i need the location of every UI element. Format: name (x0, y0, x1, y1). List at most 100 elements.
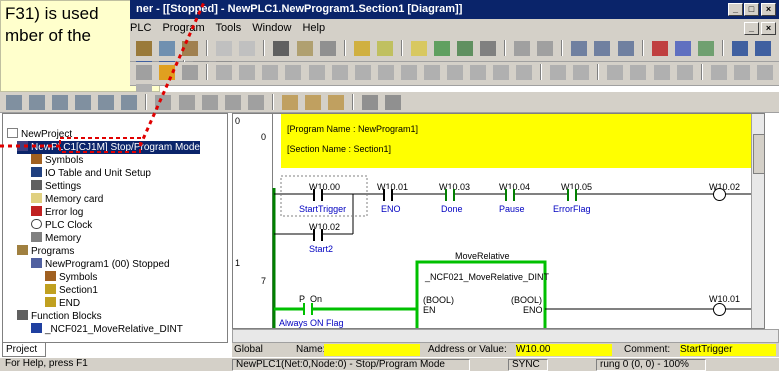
tree-item-newprogram1[interactable]: NewProgram1 (00) Stopped (31, 258, 170, 271)
fb-label: MoveRelative (455, 251, 510, 261)
clock-icon (31, 219, 42, 229)
ladder-horizontal-scrollbar[interactable] (232, 329, 779, 343)
compare-icon[interactable] (674, 40, 691, 56)
cross-reference-icon[interactable] (319, 40, 336, 56)
settings-icon (31, 180, 42, 190)
status-plc: NewPLC1(Net:0,Node:0) - Stop/Program Mod… (232, 359, 470, 371)
coil-2[interactable] (713, 303, 726, 316)
minimize-button[interactable]: _ (728, 3, 743, 16)
display-10-icon[interactable] (281, 94, 298, 110)
contact-4[interactable] (505, 189, 515, 201)
ladder-vertical-scrollbar[interactable] (751, 114, 764, 328)
contact-1[interactable] (313, 189, 323, 201)
trace-icon[interactable] (733, 64, 750, 80)
coil[interactable] (713, 188, 726, 201)
contact-5[interactable] (567, 189, 577, 201)
contact-4-name: Pause (499, 204, 525, 214)
replace-icon[interactable] (296, 40, 313, 56)
close-button[interactable]: × (761, 3, 776, 16)
or-no-icon[interactable] (285, 64, 302, 80)
menu-window[interactable]: Window (252, 22, 291, 34)
reset-icon[interactable] (630, 64, 647, 80)
redo-icon[interactable] (239, 40, 256, 56)
set-icon[interactable] (607, 64, 624, 80)
tree-item-settings[interactable]: Settings (31, 180, 81, 193)
upload-icon[interactable] (617, 40, 634, 56)
chart-icon[interactable] (710, 64, 727, 80)
instruction-icon[interactable] (423, 64, 440, 80)
contact-1-name: StartTrigger (299, 204, 347, 214)
contact-2[interactable] (383, 189, 393, 201)
help-icon[interactable] (353, 40, 370, 56)
tree-item-io-table[interactable]: IO Table and Unit Setup (31, 167, 151, 180)
branch-contact-name: Start2 (309, 244, 334, 254)
online-icon[interactable] (433, 40, 450, 56)
or-nc-icon[interactable] (308, 64, 325, 80)
view-13-icon[interactable] (385, 94, 402, 110)
data-trace-icon[interactable] (756, 64, 773, 80)
mode-icon[interactable] (651, 40, 668, 56)
vertical-line-icon[interactable] (331, 64, 348, 80)
fb-en: EN (423, 305, 436, 315)
stop-icon[interactable] (514, 40, 531, 56)
find-icon[interactable] (273, 40, 290, 56)
protect-icon[interactable] (697, 40, 714, 56)
fb-call-icon[interactable] (446, 64, 463, 80)
display-hex-icon[interactable] (327, 94, 344, 110)
tree-item-programs[interactable]: Programs (17, 245, 74, 258)
view-11-icon[interactable] (247, 94, 264, 110)
tree-item-memory-card[interactable]: Memory card (31, 193, 103, 206)
online-edit-icon[interactable] (550, 64, 567, 80)
contact-nc-icon[interactable] (262, 64, 279, 80)
comment-field[interactable]: StartTrigger (680, 344, 776, 356)
warning-icon[interactable] (410, 40, 427, 56)
section-icon (45, 284, 56, 294)
coil-nc-icon[interactable] (400, 64, 417, 80)
pause-icon[interactable] (537, 40, 554, 56)
error-log-icon (31, 206, 42, 216)
coil-icon[interactable] (377, 64, 394, 80)
line-connect-icon[interactable] (493, 64, 509, 80)
diagram-icon[interactable] (480, 40, 497, 56)
view-12-icon[interactable] (362, 94, 379, 110)
tree-item-program-symbols[interactable]: Symbols (45, 271, 97, 284)
child-minimize-button[interactable]: _ (744, 22, 759, 35)
address-label: Address or Value: (428, 344, 507, 355)
symbols-icon (45, 271, 56, 281)
tree-item-fb-moverelative[interactable]: _NCF021_MoveRelative_DINT (31, 323, 183, 336)
horizontal-line-icon[interactable] (354, 64, 371, 80)
force-on-icon[interactable] (653, 64, 670, 80)
contact-no-icon[interactable] (239, 64, 256, 80)
menu-help[interactable]: Help (302, 22, 325, 34)
maximize-button[interactable]: □ (744, 3, 759, 16)
contact-3[interactable] (445, 189, 455, 201)
tree-item-memory[interactable]: Memory (31, 232, 81, 245)
fb-name: _NCF021_MoveRelative_DINT (425, 272, 550, 282)
window-1-icon[interactable] (731, 40, 748, 56)
force-off-icon[interactable] (676, 64, 693, 80)
monitor-icon[interactable] (457, 40, 473, 56)
address-field[interactable]: W10.00 (516, 344, 612, 356)
scope-label: Global (234, 344, 263, 355)
tree-item-plc-clock[interactable]: PLC Clock (31, 219, 92, 232)
p-on-contact[interactable] (303, 303, 313, 315)
tree-item-function-blocks[interactable]: Function Blocks (17, 310, 102, 323)
name-field[interactable] (324, 344, 420, 356)
calendar-icon[interactable] (573, 64, 590, 80)
function-blocks-icon (17, 310, 28, 320)
display-16-icon[interactable] (304, 94, 321, 110)
tree-item-end[interactable]: END (45, 297, 80, 310)
context-help-icon[interactable] (376, 40, 393, 56)
branch-contact[interactable] (313, 229, 323, 241)
tree-item-error-log[interactable]: Error log (31, 206, 83, 219)
line-delete-icon[interactable] (516, 64, 533, 80)
window-2-icon[interactable] (754, 40, 771, 56)
transfer-icon[interactable] (571, 40, 588, 56)
fb-param-icon[interactable] (469, 64, 486, 80)
scroll-thumb[interactable] (753, 134, 764, 174)
tab-project[interactable]: Project (2, 343, 46, 357)
status-bar: For Help, press F1 NewPLC1(Net:0,Node:0)… (0, 357, 779, 371)
download-icon[interactable] (594, 40, 611, 56)
tree-item-section1[interactable]: Section1 (45, 284, 98, 297)
child-close-button[interactable]: × (761, 22, 776, 35)
